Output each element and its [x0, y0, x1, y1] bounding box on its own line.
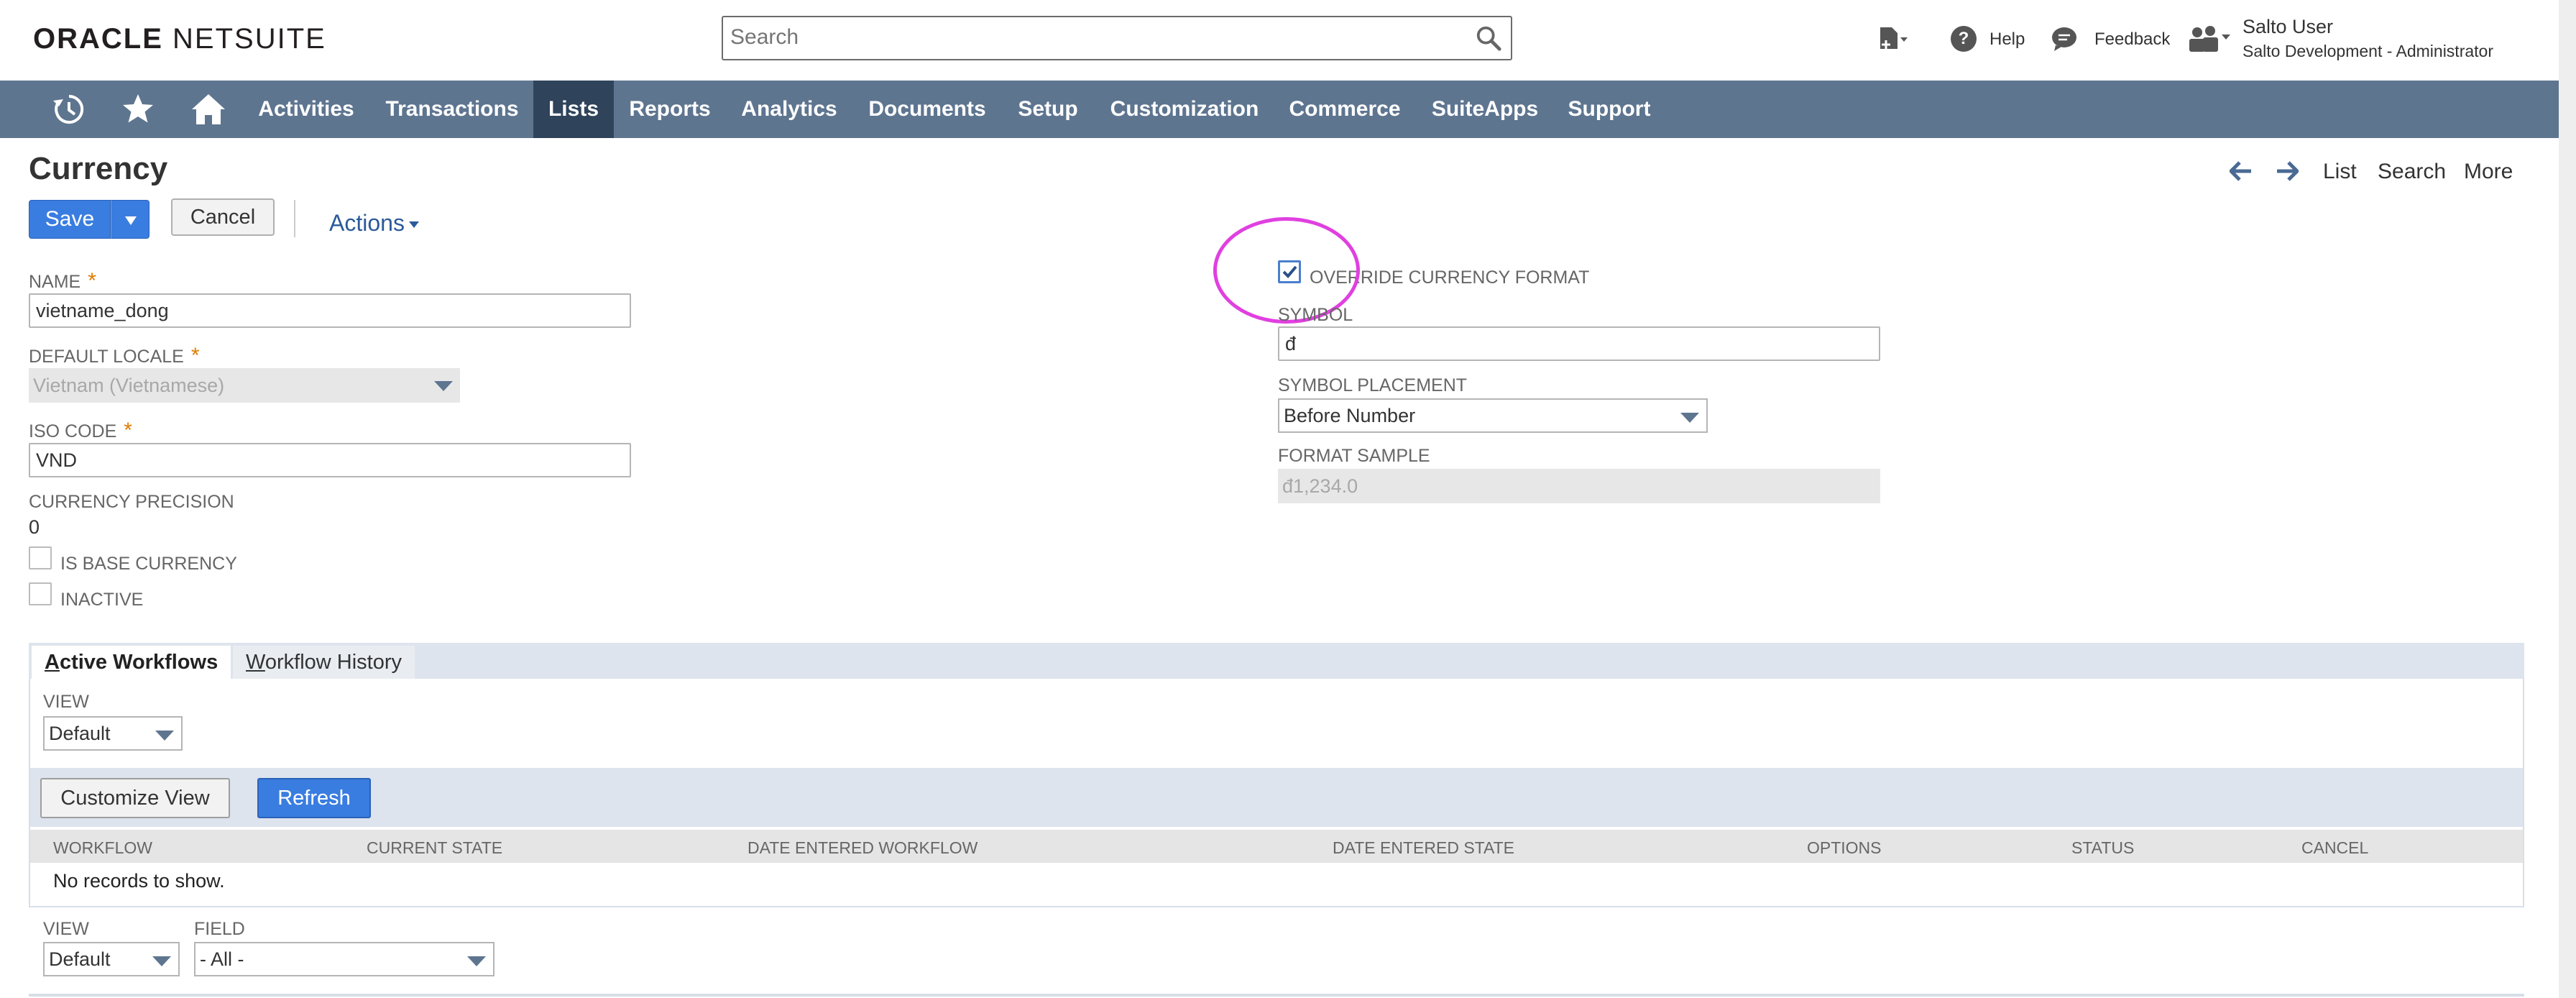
nav-transactions[interactable]: Transactions: [377, 81, 528, 138]
column-header-status[interactable]: STATUS: [2071, 838, 2134, 858]
inactive-label: INACTIVE: [60, 590, 144, 610]
symbol-label: SYMBOL: [1278, 305, 1353, 325]
name-field[interactable]: vietname_dong: [29, 293, 631, 328]
field-select[interactable]: - All -: [194, 942, 494, 976]
create-new-icon[interactable]: [1876, 26, 1909, 56]
nav-documents[interactable]: Documents: [862, 81, 992, 138]
list-link[interactable]: List: [2323, 160, 2357, 184]
toolbar-divider: [294, 200, 295, 237]
required-marker: *: [88, 269, 96, 293]
required-marker: *: [124, 418, 132, 442]
global-header: ORACLE NETSUITE ? Help Feedback Salto Us…: [0, 0, 2559, 81]
iso-code-label: ISO CODE *: [29, 418, 132, 442]
bottom-view-select[interactable]: Default: [43, 942, 180, 976]
nav-reports[interactable]: Reports: [622, 81, 717, 138]
symbol-placement-select[interactable]: Before Number: [1278, 398, 1708, 433]
column-header-workflow[interactable]: WORKFLOW: [53, 838, 152, 858]
symbol-placement-label: SYMBOL PLACEMENT: [1278, 375, 1468, 395]
bottom-view-label: VIEW: [43, 919, 89, 939]
iso-code-field[interactable]: VND: [29, 443, 631, 477]
currency-precision-label: CURRENCY PRECISION: [29, 492, 234, 512]
column-header-date-entered-workflow[interactable]: DATE ENTERED WORKFLOW: [748, 838, 978, 858]
search-icon[interactable]: [1475, 24, 1502, 52]
customize-view-button[interactable]: Customize View: [40, 778, 230, 818]
role-switcher-icon[interactable]: [2188, 24, 2231, 53]
required-marker: *: [190, 344, 200, 367]
name-label: NAME *: [29, 269, 96, 293]
view-label: VIEW: [43, 692, 89, 712]
dropdown-arrow-icon: [155, 731, 174, 741]
tab-active-workflows[interactable]: Active Workflows: [32, 646, 231, 679]
tab-workflow-history[interactable]: Workflow History: [233, 646, 415, 679]
main-navigation: Activities Transactions Lists Reports An…: [0, 81, 2559, 138]
nav-lists[interactable]: Lists: [533, 81, 614, 138]
help-icon[interactable]: ?: [1951, 26, 1977, 52]
help-link[interactable]: Help: [1990, 29, 2025, 50]
more-link[interactable]: More: [2464, 160, 2513, 184]
nav-customization[interactable]: Customization: [1105, 81, 1264, 138]
dropdown-arrow-icon: [467, 956, 486, 966]
feedback-link[interactable]: Feedback: [2094, 29, 2170, 50]
format-sample-field: đ1,234.0: [1278, 469, 1880, 503]
nav-support[interactable]: Support: [1561, 81, 1657, 138]
oracle-netsuite-logo[interactable]: ORACLE NETSUITE: [33, 23, 326, 55]
column-header-options[interactable]: OPTIONS: [1807, 838, 1882, 858]
shortcuts-star-icon[interactable]: [121, 92, 155, 127]
next-record-arrow-icon[interactable]: [2276, 161, 2299, 181]
dropdown-arrow-icon: [434, 381, 453, 391]
default-locale-select: Vietnam (Vietnamese): [29, 368, 460, 403]
nav-analytics[interactable]: Analytics: [736, 81, 842, 138]
column-header-cancel[interactable]: CANCEL: [2301, 838, 2368, 858]
column-header-current-state[interactable]: CURRENT STATE: [367, 838, 502, 858]
global-search[interactable]: [722, 16, 1512, 60]
user-name[interactable]: Salto User: [2242, 16, 2333, 38]
refresh-button[interactable]: Refresh: [257, 778, 371, 818]
format-sample-label: FORMAT SAMPLE: [1278, 446, 1430, 466]
nav-suiteapps[interactable]: SuiteApps: [1426, 81, 1544, 138]
chevron-down-icon: [408, 221, 419, 229]
empty-table-message: No records to show.: [53, 870, 225, 892]
page-title: Currency: [29, 151, 168, 186]
field-label: FIELD: [194, 919, 245, 939]
section-divider: [29, 994, 2524, 997]
dropdown-arrow-icon: [1680, 413, 1699, 423]
currency-precision-value: 0: [29, 516, 40, 538]
grid-toolbar: [30, 768, 2523, 827]
inactive-checkbox[interactable]: [29, 582, 52, 605]
user-role[interactable]: Salto Development - Administrator: [2242, 42, 2493, 61]
nav-commerce[interactable]: Commerce: [1284, 81, 1406, 138]
cancel-button[interactable]: Cancel: [171, 198, 275, 236]
search-link[interactable]: Search: [2378, 160, 2446, 184]
view-select[interactable]: Default: [43, 716, 183, 751]
save-button[interactable]: Save: [29, 200, 111, 239]
dropdown-arrow-icon: [152, 956, 171, 966]
nav-setup[interactable]: Setup: [1011, 81, 1085, 138]
save-options-dropdown[interactable]: [111, 200, 150, 239]
feedback-icon[interactable]: [2051, 27, 2077, 51]
is-base-currency-checkbox[interactable]: [29, 546, 52, 569]
column-header-date-entered-state[interactable]: DATE ENTERED STATE: [1333, 838, 1514, 858]
recent-records-icon[interactable]: [52, 92, 86, 127]
symbol-field[interactable]: đ: [1278, 326, 1880, 361]
default-locale-label: DEFAULT LOCALE *: [29, 344, 200, 367]
actions-menu[interactable]: Actions: [329, 210, 419, 237]
previous-record-arrow-icon[interactable]: [2230, 161, 2253, 181]
vertical-scrollbar[interactable]: [2559, 0, 2576, 998]
nav-activities[interactable]: Activities: [246, 81, 367, 138]
home-icon[interactable]: [190, 92, 227, 127]
is-base-currency-label: IS BASE CURRENCY: [60, 554, 237, 574]
search-input[interactable]: [723, 17, 1456, 58]
